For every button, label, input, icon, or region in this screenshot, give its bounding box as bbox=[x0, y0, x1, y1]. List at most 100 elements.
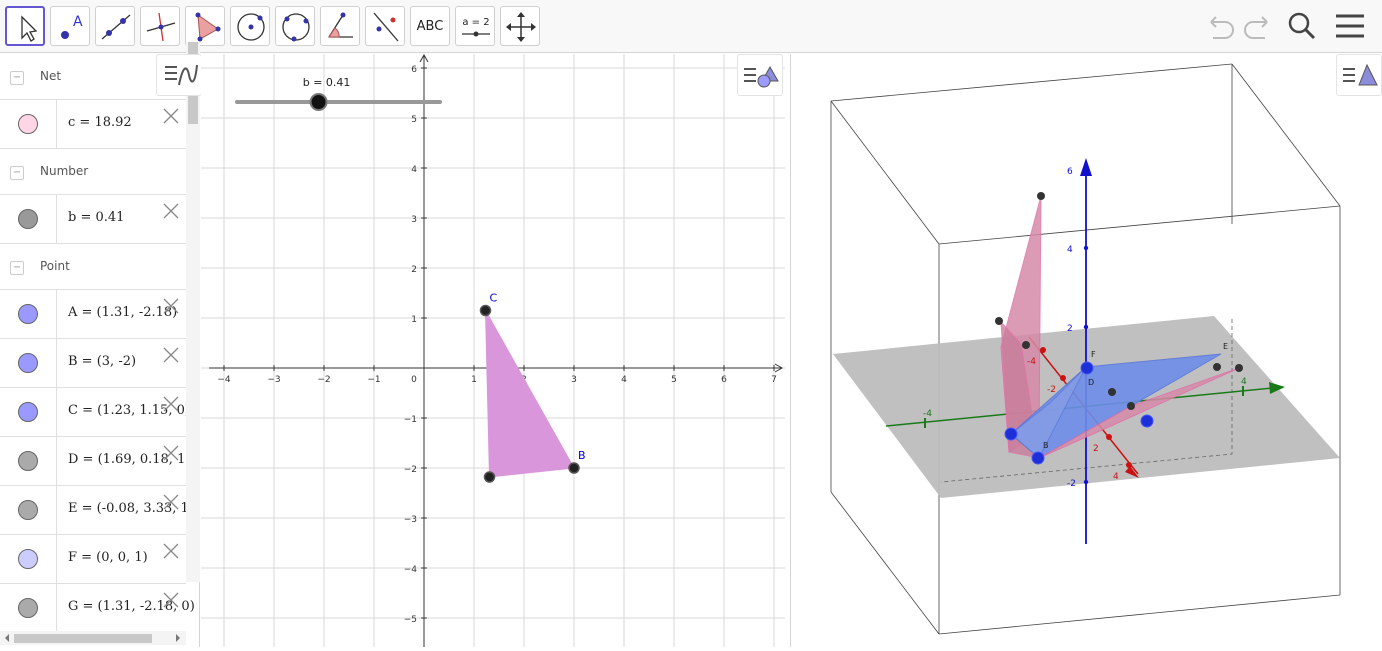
tool-button-slider[interactable]: a = 2 bbox=[455, 6, 495, 46]
tool-button-polygon[interactable] bbox=[185, 6, 225, 46]
net-point[interactable] bbox=[1080, 361, 1094, 375]
algebra-item-value[interactable]: B = (3, -2) bbox=[68, 354, 136, 369]
net-vertex[interactable] bbox=[1213, 363, 1221, 371]
delete-icon[interactable] bbox=[162, 395, 180, 413]
delete-icon[interactable] bbox=[162, 542, 180, 560]
point-a[interactable] bbox=[483, 471, 496, 483]
delete-icon[interactable] bbox=[162, 202, 180, 220]
item-separator bbox=[56, 535, 57, 583]
algebra-item[interactable]: F = (0, 0, 1) bbox=[0, 535, 186, 584]
bounding-box-edge bbox=[938, 205, 1341, 245]
tool-button-text[interactable]: ABC bbox=[410, 6, 450, 46]
net-vertex[interactable] bbox=[1108, 388, 1116, 396]
tool-button-move[interactable] bbox=[5, 6, 45, 46]
algebra-item[interactable]: c = 18.92 bbox=[0, 100, 186, 149]
algebra-horizontal-scrollbar-thumb[interactable] bbox=[14, 634, 152, 643]
3d-canvas[interactable]: 6 4 2 -2 -4 -2 2 4 -4 4 D E F B bbox=[791, 54, 1382, 647]
algebra-style-bar-button[interactable] bbox=[156, 54, 202, 96]
tool-button-reflect-about-line[interactable] bbox=[365, 6, 405, 46]
tool-button-angle[interactable] bbox=[320, 6, 360, 46]
net-vertex[interactable] bbox=[1235, 364, 1243, 372]
visibility-toggle[interactable] bbox=[18, 451, 38, 471]
algebra-item[interactable]: E = (-0.08, 3.33, 1) bbox=[0, 486, 194, 535]
undo-icon[interactable] bbox=[1203, 8, 1239, 44]
net-vertex[interactable] bbox=[995, 317, 1003, 325]
graphics-view[interactable]: −4−3−2−101234567654321−1−2−3−4−5CBb = 0.… bbox=[201, 53, 785, 647]
tool-button-perpendicular-line[interactable] bbox=[140, 6, 180, 46]
tool-button-circle-center-point[interactable] bbox=[230, 6, 270, 46]
y-tick-label: −3 bbox=[404, 515, 417, 525]
menu-icon[interactable] bbox=[1332, 8, 1368, 44]
collapse-icon[interactable]: − bbox=[10, 166, 24, 180]
point-icon: A bbox=[61, 14, 83, 39]
y-tick-label: 2 bbox=[411, 265, 417, 275]
slider-knob[interactable] bbox=[309, 93, 328, 111]
algebra-item[interactable]: G = (1.31, -2.18, 0) bbox=[0, 584, 195, 633]
visibility-toggle[interactable] bbox=[18, 598, 38, 618]
3d-graphics-view[interactable]: 6 4 2 -2 -4 -2 2 4 -4 4 D E F B bbox=[790, 54, 1382, 647]
visibility-toggle[interactable] bbox=[18, 549, 38, 569]
point-b[interactable] bbox=[568, 462, 580, 474]
x-tick-label: 6 bbox=[721, 375, 727, 385]
point-label-c: C bbox=[490, 292, 498, 305]
delete-icon[interactable] bbox=[162, 346, 180, 364]
graphics-style-bar-button[interactable] bbox=[737, 54, 783, 96]
algebra-item[interactable]: A = (1.31, -2.18) bbox=[0, 290, 186, 339]
net-vertex[interactable] bbox=[1022, 341, 1030, 349]
net-vertex[interactable] bbox=[1127, 402, 1135, 410]
z-tick-label: 6 bbox=[1067, 167, 1073, 177]
redo-icon[interactable] bbox=[1239, 8, 1275, 44]
y-tick-label: 3 bbox=[411, 215, 417, 225]
visibility-toggle[interactable] bbox=[18, 304, 38, 324]
tool-button-move-graphics-view[interactable] bbox=[500, 6, 540, 46]
net-vertex[interactable] bbox=[1037, 192, 1045, 200]
item-separator bbox=[56, 437, 57, 485]
tool-button-point[interactable]: A bbox=[50, 6, 90, 46]
algebra-item-value[interactable]: F = (0, 0, 1) bbox=[68, 550, 148, 565]
visibility-toggle[interactable] bbox=[18, 353, 38, 373]
z-tick-mark bbox=[1083, 167, 1089, 173]
3d-style-bar-button[interactable] bbox=[1336, 54, 1382, 96]
net-point[interactable] bbox=[1031, 451, 1045, 465]
delete-icon[interactable] bbox=[162, 297, 180, 315]
triangle-polygon[interactable] bbox=[485, 310, 575, 478]
z-tick-mark bbox=[1083, 479, 1089, 485]
visibility-toggle[interactable] bbox=[18, 209, 38, 229]
delete-icon[interactable] bbox=[162, 591, 180, 609]
algebra-item[interactable]: b = 0.41 bbox=[0, 195, 186, 244]
delete-icon[interactable] bbox=[162, 493, 180, 511]
tool-button-line[interactable] bbox=[95, 6, 135, 46]
algebra-item[interactable]: D = (1.69, 0.18, 1) bbox=[0, 437, 190, 486]
algebra-item-value[interactable]: A = (1.31, -2.18) bbox=[68, 305, 177, 320]
delete-icon[interactable] bbox=[162, 107, 180, 125]
x-tick-label: −2 bbox=[317, 375, 330, 385]
net-point[interactable] bbox=[1140, 414, 1154, 428]
visibility-toggle[interactable] bbox=[18, 402, 38, 422]
delete-icon[interactable] bbox=[162, 444, 180, 462]
algebra-item-value[interactable]: c = 18.92 bbox=[68, 115, 132, 130]
group-header-point[interactable]: − Point bbox=[0, 244, 186, 290]
graphics-canvas[interactable]: −4−3−2−101234567654321−1−2−3−4−5CBb = 0.… bbox=[201, 53, 785, 647]
item-separator bbox=[56, 100, 57, 148]
group-header-number[interactable]: − Number bbox=[0, 149, 186, 195]
x-tick-label: 1 bbox=[471, 375, 477, 385]
algebra-item[interactable]: C = (1.23, 1.15, 0) bbox=[0, 388, 190, 437]
item-separator bbox=[56, 388, 57, 436]
z-tick-label: -2 bbox=[1067, 479, 1076, 489]
collapse-icon[interactable]: − bbox=[10, 261, 24, 275]
tool-button-circle-three-points[interactable] bbox=[275, 6, 315, 46]
visibility-toggle[interactable] bbox=[18, 500, 38, 520]
algebra-item-value[interactable]: b = 0.41 bbox=[68, 210, 124, 225]
x-tick-label: 0 bbox=[411, 375, 417, 385]
collapse-icon[interactable]: − bbox=[10, 71, 24, 85]
y-tick-label: 4 bbox=[1241, 377, 1247, 387]
visibility-toggle[interactable] bbox=[18, 114, 38, 134]
point-c[interactable] bbox=[479, 304, 492, 317]
algebra-style-icon bbox=[165, 64, 198, 86]
net-point[interactable] bbox=[1004, 427, 1018, 441]
slider-label: b = 0.41 bbox=[303, 76, 351, 89]
scroll-right-icon[interactable] bbox=[176, 634, 180, 642]
search-icon[interactable] bbox=[1284, 8, 1320, 44]
scroll-left-icon[interactable] bbox=[5, 634, 9, 642]
algebra-item[interactable]: B = (3, -2) bbox=[0, 339, 186, 388]
